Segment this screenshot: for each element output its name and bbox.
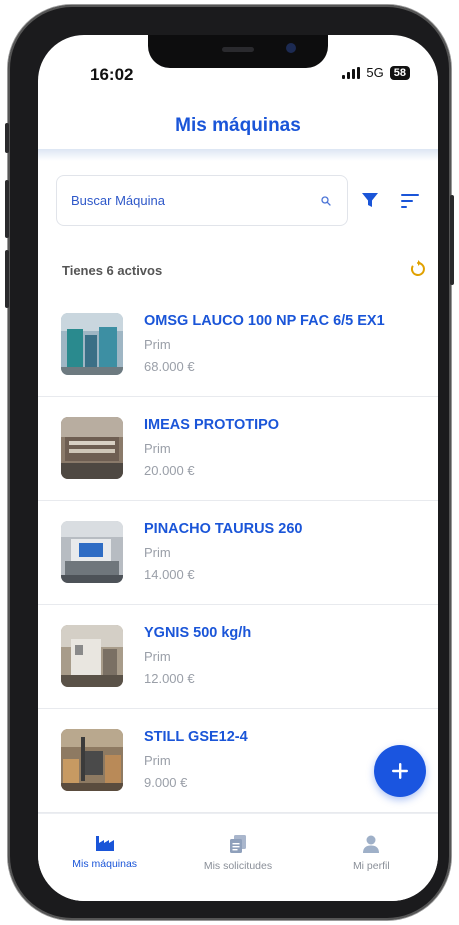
nav-label: Mi perfil [352, 860, 390, 872]
power-button [450, 195, 454, 285]
add-machine-button[interactable] [374, 745, 426, 797]
volume-down-button [5, 250, 9, 308]
machine-title: YGNIS 500 kg/h [144, 625, 252, 641]
machine-price: 9.000 € [144, 775, 188, 790]
filter-icon[interactable] [360, 190, 380, 210]
volume-up-button [5, 180, 9, 238]
active-count-label: Tienes 6 activos [62, 263, 163, 278]
speaker [222, 47, 254, 52]
machine-item[interactable]: IMEAS PROTOTIPO Prim 20.000 € [38, 397, 438, 501]
header-divider [38, 149, 438, 161]
machine-thumbnail [61, 521, 123, 583]
documents-icon [229, 835, 246, 853]
machine-thumbnail [61, 625, 123, 687]
machine-thumbnail [61, 313, 123, 375]
nav-label: Mis máquinas [72, 858, 138, 870]
machine-subtitle: Prim [144, 545, 171, 560]
machine-subtitle: Prim [144, 337, 171, 352]
machine-price: 68.000 € [144, 359, 195, 374]
notch [148, 35, 328, 68]
nav-mis-maquinas[interactable]: Mis máquinas [38, 814, 171, 901]
machine-subtitle: Prim [144, 649, 171, 664]
machine-list: OMSG LAUCO 100 NP FAC 6/5 EX1 Prim 68.00… [38, 293, 438, 813]
app-screen: 16:02 5G 58 Mis máquinas Tienes 6 activo… [38, 35, 438, 901]
sort-icon[interactable] [400, 192, 420, 210]
machine-price: 14.000 € [144, 567, 195, 582]
machine-price: 12.000 € [144, 671, 195, 686]
signal-icon [342, 66, 361, 79]
machine-thumbnail [61, 729, 123, 791]
nav-label: Mis solicitudes [203, 860, 273, 872]
nav-mis-solicitudes[interactable]: Mis solicitudes [171, 814, 304, 901]
machine-item[interactable]: YGNIS 500 kg/h Prim 12.000 € [38, 605, 438, 709]
machine-subtitle: Prim [144, 753, 171, 768]
camera [286, 43, 296, 53]
refresh-icon[interactable] [408, 259, 428, 279]
search-box[interactable] [56, 175, 348, 226]
nav-mi-perfil[interactable]: Mi perfil [305, 814, 438, 901]
machine-thumbnail [61, 417, 123, 479]
status-time: 16:02 [90, 65, 134, 84]
machine-price: 20.000 € [144, 463, 195, 478]
status-indicators: 5G 58 [342, 65, 410, 80]
search-input[interactable] [71, 193, 319, 208]
machine-title: IMEAS PROTOTIPO [144, 417, 280, 433]
machine-title: STILL GSE12-4 [144, 729, 248, 745]
machine-title: OMSG LAUCO 100 NP FAC 6/5 EX1 [144, 313, 385, 329]
machine-subtitle: Prim [144, 441, 171, 456]
mute-switch [5, 123, 9, 153]
machine-item[interactable]: OMSG LAUCO 100 NP FAC 6/5 EX1 Prim 68.00… [38, 293, 438, 397]
factory-icon [95, 836, 114, 851]
battery-icon: 58 [389, 65, 410, 80]
phone-frame: 16:02 5G 58 Mis máquinas Tienes 6 activo… [5, 5, 454, 920]
user-icon [363, 835, 380, 853]
plus-icon [392, 763, 408, 779]
page-title: Mis máquinas [175, 115, 301, 136]
machine-item[interactable]: PINACHO TAURUS 260 Prim 14.000 € [38, 501, 438, 605]
bottom-navigation: Mis máquinas Mis solicitudes Mi perfil [38, 813, 438, 901]
machine-title: PINACHO TAURUS 260 [144, 521, 303, 537]
search-icon[interactable] [319, 194, 333, 208]
network-type: 5G [366, 65, 384, 80]
